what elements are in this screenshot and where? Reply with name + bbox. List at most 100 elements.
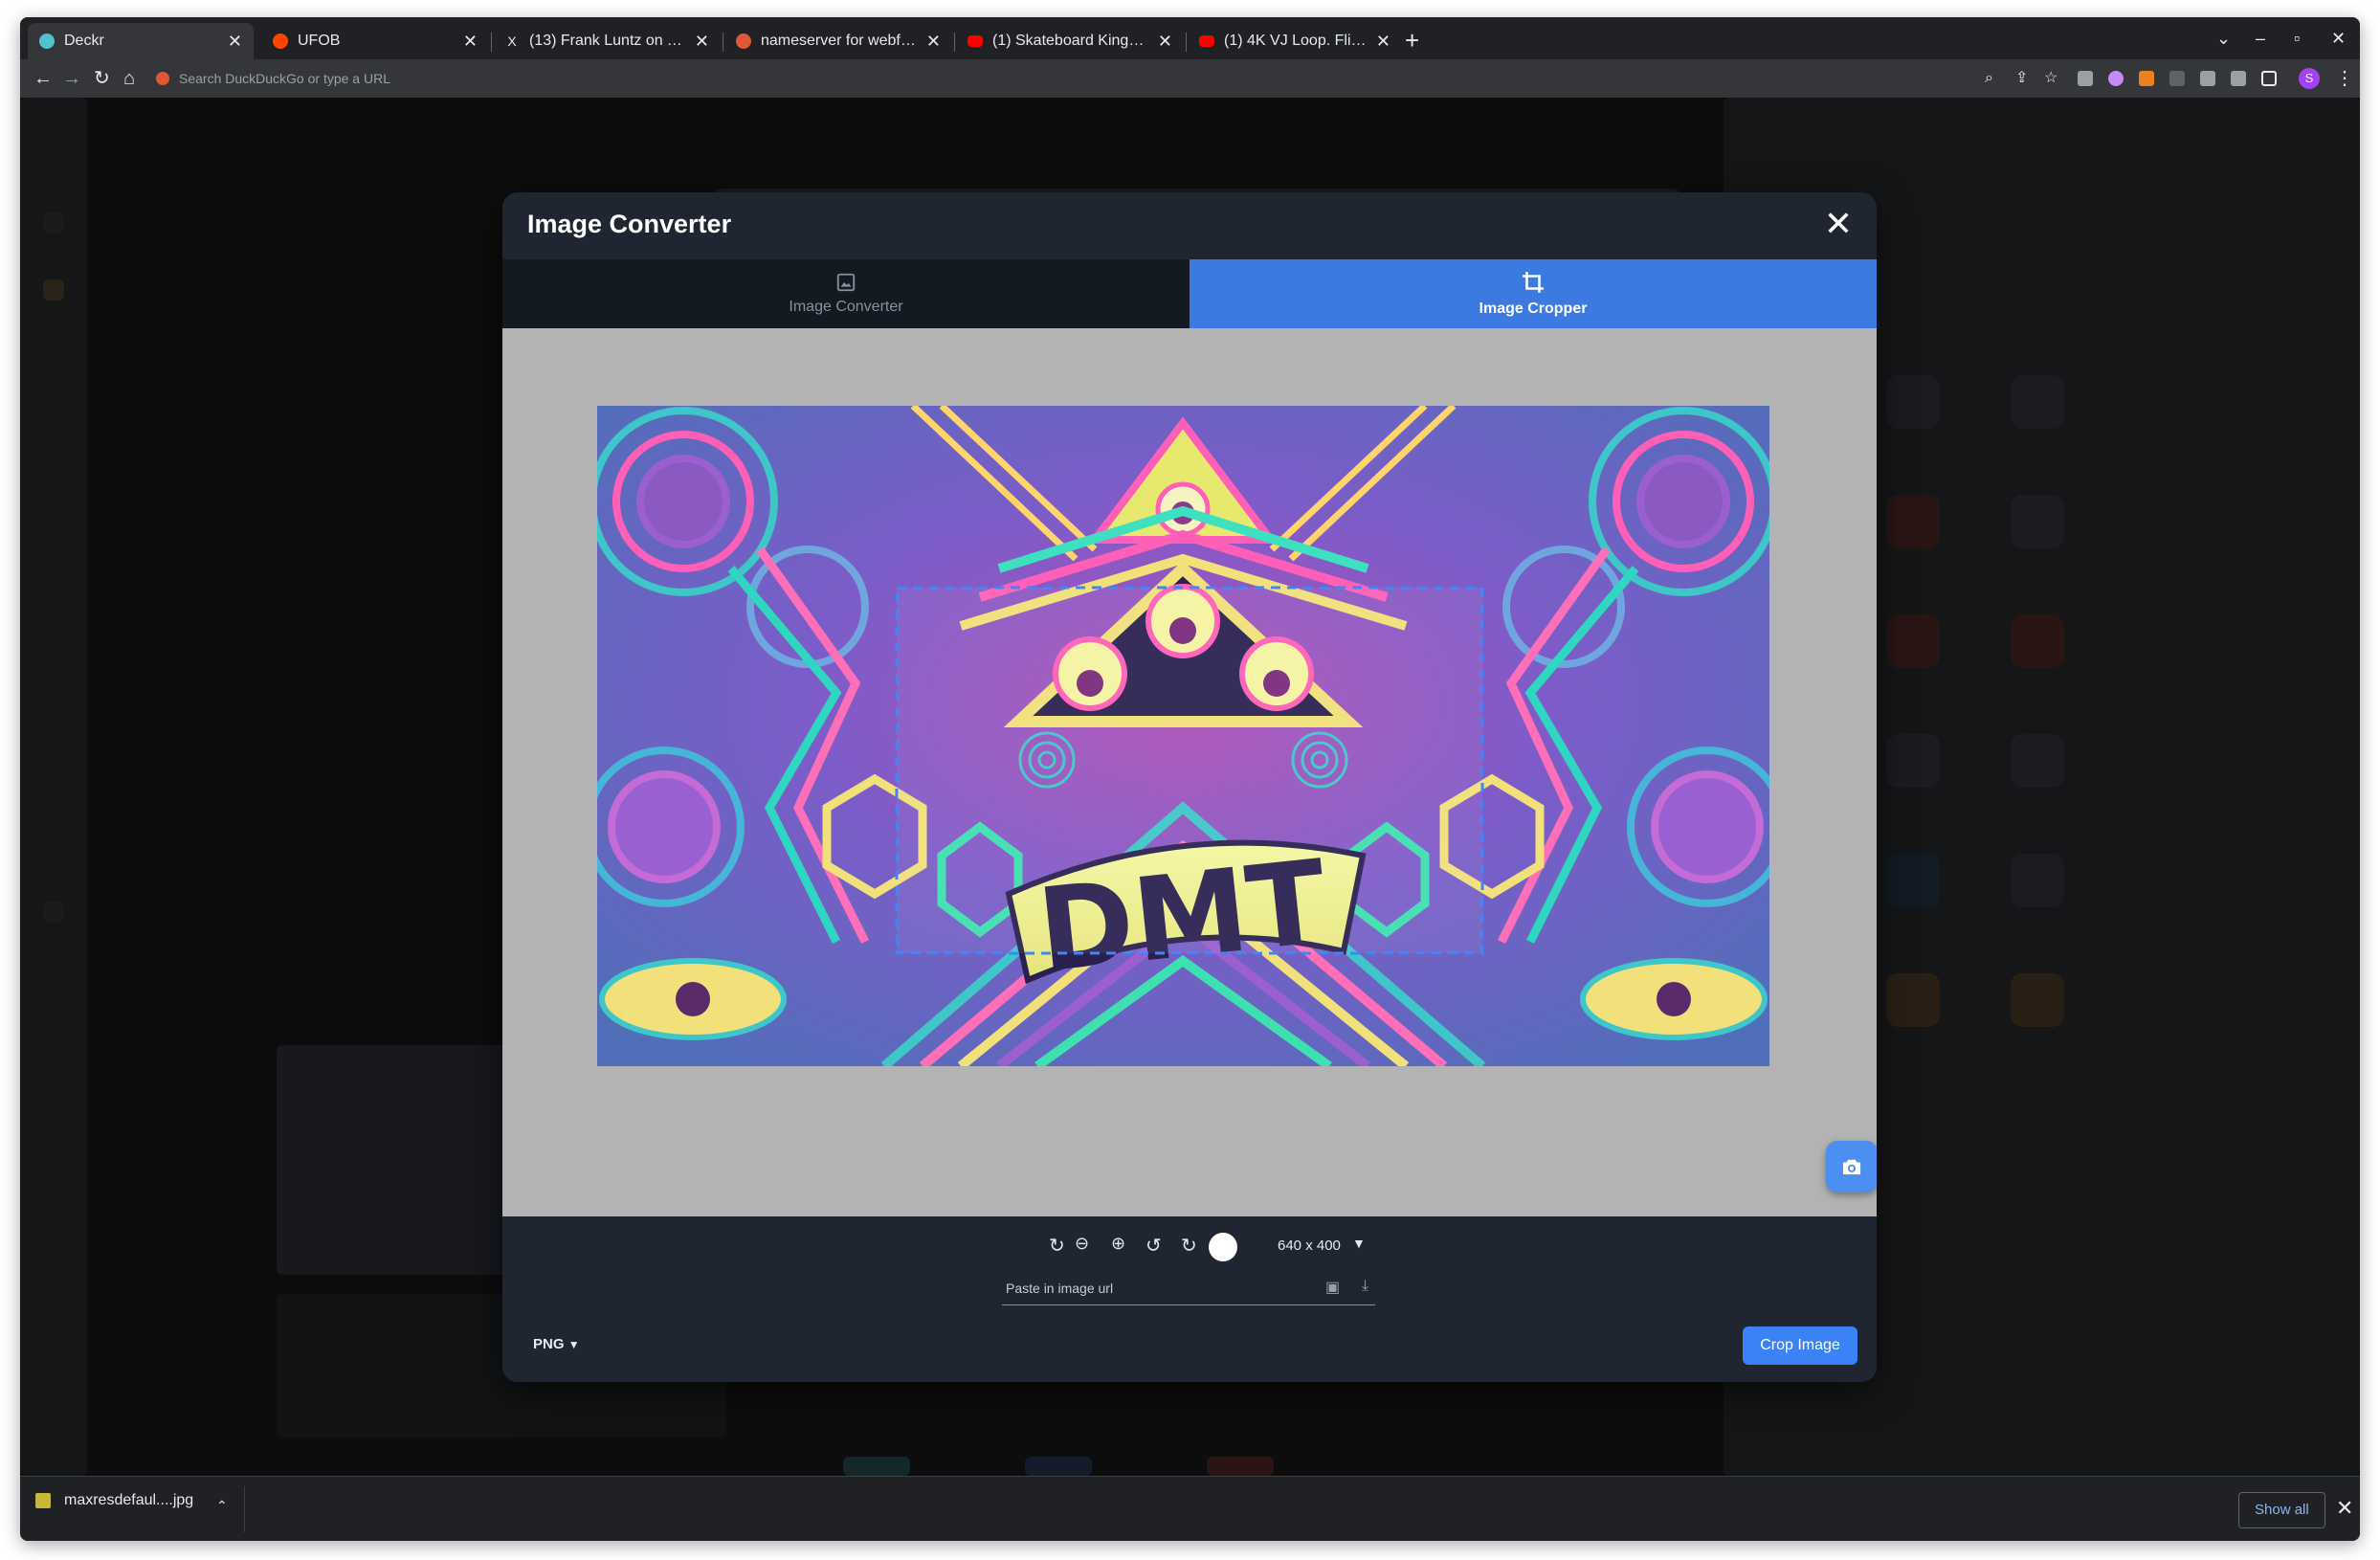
minimize-button[interactable]: – <box>2256 29 2265 49</box>
backdrop-block <box>843 1457 910 1476</box>
download-item[interactable]: maxresdefaul....jpg <box>35 1492 193 1509</box>
back-arrow-icon[interactable]: ← <box>33 67 53 90</box>
backdrop-block <box>1886 614 1940 668</box>
keyboard-extension-icon[interactable] <box>2169 71 2185 86</box>
backdrop-block <box>2011 854 2064 907</box>
side-panel-icon[interactable] <box>2261 71 2277 86</box>
home-icon[interactable]: ⌂ <box>123 67 135 90</box>
tab-strip: Deckr ✕ UFOB ✕ X (13) Frank Luntz on Twi… <box>20 17 2360 59</box>
image-icon[interactable]: ▣ <box>1325 1278 1340 1297</box>
deckr-favicon-icon <box>39 33 55 49</box>
caret-down-icon[interactable]: ▼ <box>1352 1236 1366 1251</box>
backdrop-block <box>2011 973 2064 1027</box>
crop-image-button[interactable]: Crop Image <box>1743 1326 1857 1365</box>
duckduckgo-icon <box>156 72 169 85</box>
backdrop-block <box>2011 614 2064 668</box>
crop-icon <box>1523 272 1544 293</box>
tab-title: nameserver for webflow <box>761 33 919 49</box>
modal-title: Image Converter <box>527 210 732 238</box>
browser-toolbar: ← → ↻ ⌂ Search DuckDuckGo or type a URL … <box>20 59 2360 98</box>
chevron-up-icon[interactable]: ⌃ <box>216 1498 228 1514</box>
tab-close-icon[interactable]: ✕ <box>926 32 941 52</box>
download-icon[interactable]: ⤓ <box>1362 1278 1368 1295</box>
format-select[interactable]: PNG ▼ <box>533 1336 580 1352</box>
tab-skateboard-kings[interactable]: (1) Skateboard Kings (1978) ✕ <box>956 23 1184 59</box>
backdrop-block <box>43 902 64 923</box>
download-separator <box>244 1486 245 1532</box>
kebab-menu-icon[interactable]: ⋮ <box>2335 67 2354 90</box>
tab-close-icon[interactable]: ✕ <box>695 32 709 52</box>
metamask-extension-icon[interactable] <box>2139 71 2154 86</box>
backdrop-block <box>1886 495 1940 548</box>
tab-separator <box>1186 33 1187 52</box>
tab-search-chevron-down-icon[interactable]: ⌄ <box>2216 29 2231 49</box>
tab-image-converter[interactable]: Image Converter <box>502 259 1190 328</box>
tab-close-icon[interactable]: ✕ <box>228 32 242 52</box>
tab-title: (13) Frank Luntz on Twitter <box>529 33 687 49</box>
backdrop-block <box>2011 375 2064 429</box>
close-window-button[interactable]: ✕ <box>2331 29 2346 49</box>
x-favicon-icon: X <box>507 33 517 49</box>
puzzle-extensions-icon[interactable] <box>2200 71 2215 86</box>
tab-nameserver[interactable]: nameserver for webflow ✕ <box>724 23 952 59</box>
format-label: PNG <box>533 1336 565 1352</box>
backdrop-block <box>2011 734 2064 788</box>
backdrop-sidebar <box>20 98 87 1476</box>
tab-image-cropper[interactable]: Image Cropper <box>1190 259 1877 328</box>
close-icon[interactable]: ✕ <box>1821 207 1856 242</box>
reload-icon[interactable]: ↻ <box>94 67 110 90</box>
backdrop-block <box>1886 375 1940 429</box>
crop-canvas[interactable]: DMT <box>502 328 1877 1216</box>
zoom-search-icon[interactable]: ⌕ <box>1985 67 1993 90</box>
output-size-select[interactable]: 640 x 400 <box>1278 1237 1341 1254</box>
camera-button[interactable] <box>1826 1141 1877 1192</box>
bookmark-star-icon[interactable]: ☆ <box>2044 67 2057 90</box>
source-image: DMT <box>597 406 1769 1066</box>
duckduckgo-favicon-icon <box>736 33 751 49</box>
backdrop-block <box>1207 1457 1274 1476</box>
caret-down-icon: ▼ <box>567 1338 580 1351</box>
maximize-button[interactable]: ▫ <box>2294 29 2300 49</box>
download-bar: maxresdefaul....jpg ⌃ Show all ✕ <box>20 1476 2360 1541</box>
background-color-picker[interactable] <box>1209 1233 1237 1261</box>
show-all-button[interactable]: Show all <box>2238 1492 2325 1528</box>
image-converter-modal: Image Converter ✕ Image Converter Image … <box>502 192 1877 1382</box>
tab-close-icon[interactable]: ✕ <box>463 32 478 52</box>
tab-image-cropper-label: Image Cropper <box>1479 301 1588 317</box>
zoom-in-icon[interactable]: ⊕ <box>1111 1234 1125 1254</box>
shield-extension-icon[interactable] <box>2078 71 2093 86</box>
image-file-icon <box>35 1493 51 1508</box>
tab-title: (1) Skateboard Kings (1978) <box>992 33 1150 49</box>
forward-arrow-icon[interactable]: → <box>62 67 81 90</box>
rotate-right-icon[interactable]: ↻ <box>1181 1234 1197 1258</box>
close-icon[interactable]: ✕ <box>2336 1496 2353 1521</box>
image-icon <box>836 273 856 292</box>
tab-title: (1) 4K VJ Loop. Flight in abstract <box>1224 33 1368 49</box>
tab-separator <box>954 33 955 52</box>
backdrop-block <box>1886 854 1940 907</box>
tab-deckr[interactable]: Deckr ✕ <box>28 23 254 59</box>
tab-separator <box>491 33 492 52</box>
share-icon[interactable]: ⇪ <box>2015 67 2028 90</box>
reading-list-icon[interactable] <box>2231 71 2246 86</box>
rotate-left-icon[interactable]: ↺ <box>1146 1234 1162 1258</box>
profile-avatar[interactable]: S <box>2299 68 2320 89</box>
new-tab-button[interactable]: + <box>1405 27 1419 54</box>
backdrop-block <box>43 212 64 234</box>
image-url-input[interactable] <box>1002 1271 1375 1305</box>
tab-close-icon[interactable]: ✕ <box>1376 32 1390 52</box>
camera-icon <box>1842 1159 1861 1175</box>
backdrop-block <box>2011 495 2064 548</box>
tab-close-icon[interactable]: ✕ <box>1158 32 1172 52</box>
omnibox[interactable]: Search DuckDuckGo or type a URL <box>156 64 1974 93</box>
tab-frank-luntz[interactable]: X (13) Frank Luntz on Twitter ✕ <box>493 23 721 59</box>
download-file-name: maxresdefaul....jpg <box>64 1492 194 1508</box>
react-extension-icon[interactable] <box>2108 71 2124 86</box>
tab-vj-loop[interactable]: (1) 4K VJ Loop. Flight in abstract ✕ <box>1188 23 1402 59</box>
zoom-out-icon[interactable]: ⊖ <box>1075 1234 1089 1254</box>
tab-title: Deckr <box>64 33 104 49</box>
backdrop-block <box>43 279 64 301</box>
reset-icon[interactable]: ↻ <box>1049 1234 1065 1258</box>
omnibox-placeholder: Search DuckDuckGo or type a URL <box>179 71 390 86</box>
tab-ufob[interactable]: UFOB ✕ <box>261 23 489 59</box>
